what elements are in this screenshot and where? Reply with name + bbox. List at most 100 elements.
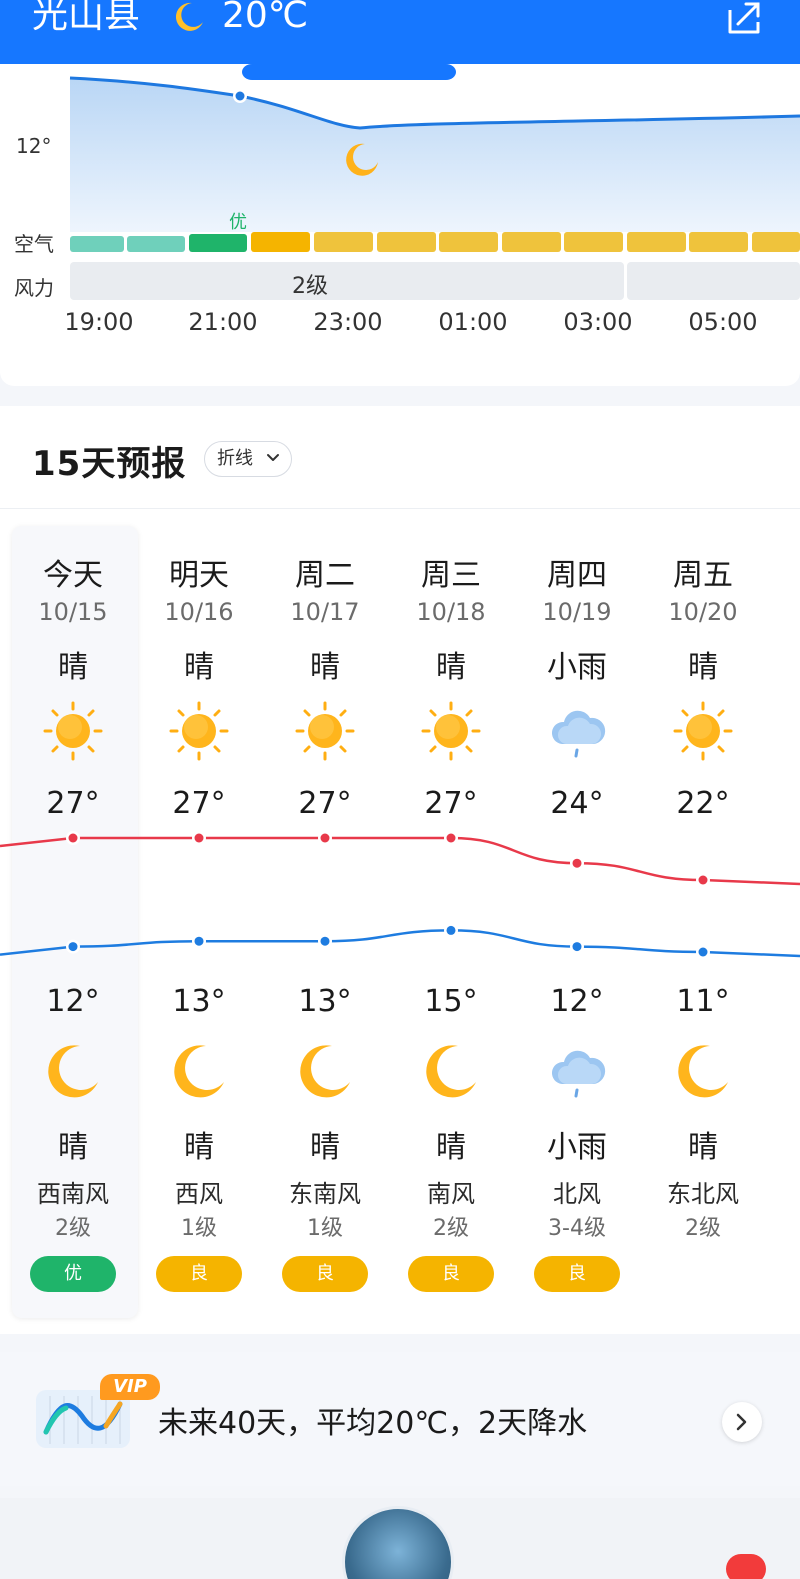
low-temp: 15° <box>424 984 478 1019</box>
date-label: 10/15 <box>38 598 108 626</box>
date-label: 10/17 <box>290 598 360 626</box>
chevron-right-icon <box>736 1413 747 1431</box>
day-label: 周二 <box>295 558 355 593</box>
date-label: 10/19 <box>542 598 612 626</box>
high-temp: 27° <box>172 786 226 821</box>
moon-icon <box>175 2 203 31</box>
night-weather: 晴 <box>58 1130 88 1165</box>
current-temp: 20℃ <box>222 0 309 36</box>
wind-level: 2级 <box>55 1216 91 1241</box>
hour-label: 21:00 <box>188 308 258 336</box>
day-weather: 晴 <box>184 650 214 685</box>
hour-label: 23:00 <box>313 308 383 336</box>
moon-icon <box>42 1040 104 1102</box>
wind-level: 3-4级 <box>548 1216 606 1241</box>
bottom-nav <box>0 1498 800 1579</box>
moon-icon <box>294 1040 356 1102</box>
toggle-label: 折线 <box>217 448 253 469</box>
air-quality-badge: 良 <box>156 1256 242 1292</box>
wind-level: 1级 <box>307 1216 343 1241</box>
sun-icon <box>42 700 104 762</box>
day-column[interactable]: 周四 10/19 小雨 24° 12° 小雨北风 3-4级良 <box>514 526 640 1318</box>
forty-day-banner[interactable]: VIP 未来40天，平均20℃，2天降水 <box>0 1352 800 1486</box>
air-quality-badge: 良 <box>282 1256 368 1292</box>
wind-direction: 西风 <box>175 1180 223 1208</box>
hour-label: 01:00 <box>438 308 508 336</box>
hourly-card: 12° 空气 优 风力 2级 19:00 21:00 23:00 01:00 0… <box>0 64 800 386</box>
divider <box>0 508 800 509</box>
day-weather: 晴 <box>58 650 88 685</box>
night-weather: 小雨 <box>547 1130 607 1165</box>
rain-cloud-icon <box>546 1040 608 1102</box>
night-weather: 晴 <box>688 1130 718 1165</box>
sun-icon <box>294 700 356 762</box>
night-weather: 晴 <box>436 1130 466 1165</box>
sun-icon <box>420 700 482 762</box>
sun-icon <box>672 700 734 762</box>
section-title: 15天预报 <box>32 444 187 484</box>
date-label: 10/16 <box>164 598 234 626</box>
hour-label: 19:00 <box>64 308 134 336</box>
hour-label: 05:00 <box>688 308 758 336</box>
air-quality-badge: 优 <box>30 1256 116 1292</box>
high-temp: 22° <box>676 786 730 821</box>
aq-marker: 优 <box>229 212 247 233</box>
wind-direction: 东南风 <box>289 1180 361 1208</box>
day-label: 周四 <box>547 558 607 593</box>
vip-badge: VIP <box>100 1374 160 1400</box>
day-column[interactable]: 今天 10/15 晴 27° 12° 晴西南风 2级优 <box>10 526 136 1318</box>
air-quality-badge: 良 <box>534 1256 620 1292</box>
day-weather: 晴 <box>310 650 340 685</box>
date-label: 10/20 <box>668 598 738 626</box>
air-label: 空气 <box>14 232 54 256</box>
daily-forecast-card: 15天预报 折线 今天 10/15 晴 27° 12° 晴西南风 2级优 明天 10/16 晴 27… <box>0 406 800 1334</box>
sun-icon <box>168 700 230 762</box>
day-column[interactable]: 周五 10/20 晴 22° 11° 晴东北风 2级 <box>640 526 766 1318</box>
day-column[interactable]: 明天 10/16 晴 27° 13° 晴西风 1级良 <box>136 526 262 1318</box>
banner-arrow-button[interactable] <box>722 1402 762 1442</box>
low-temp: 13° <box>172 984 226 1019</box>
day-column[interactable]: 周二 10/17 晴 27° 13° 晴东南风 1级良 <box>262 526 388 1318</box>
city-title[interactable]: 光山县 <box>32 0 140 36</box>
high-temp: 27° <box>298 786 352 821</box>
day-column[interactable]: 周三 10/18 晴 27° 15° 晴南风 2级良 <box>388 526 514 1318</box>
moon-icon <box>672 1040 734 1102</box>
day-weather: 小雨 <box>547 650 607 685</box>
date-label: 10/18 <box>416 598 486 626</box>
hour-label: 03:00 <box>563 308 633 336</box>
wind-direction: 南风 <box>427 1180 475 1208</box>
high-temp: 27° <box>46 786 100 821</box>
night-weather: 晴 <box>310 1130 340 1165</box>
day-label: 明天 <box>169 558 229 593</box>
day-label: 周三 <box>421 558 481 593</box>
forty-day-summary: 未来40天，平均20℃，2天降水 <box>158 1406 588 1441</box>
wind-level: 2级 <box>685 1216 721 1241</box>
moon-icon <box>168 1040 230 1102</box>
top-bar: 光山县 20℃ <box>0 0 800 64</box>
low-temp: 13° <box>298 984 352 1019</box>
day-weather: 晴 <box>436 650 466 685</box>
low-temp: 12° <box>46 984 100 1019</box>
chart-style-toggle[interactable]: 折线 <box>204 441 292 477</box>
night-weather: 晴 <box>184 1130 214 1165</box>
high-temp: 27° <box>424 786 478 821</box>
high-temp: 24° <box>550 786 604 821</box>
low-temp: 12° <box>550 984 604 1019</box>
wind-direction: 西南风 <box>37 1180 109 1208</box>
wind-label: 风力 <box>14 276 54 300</box>
hourly-chart <box>69 64 800 300</box>
day-label: 周五 <box>673 558 733 593</box>
wind-value: 2级 <box>292 274 328 299</box>
low-temp: 11° <box>676 984 730 1019</box>
center-globe-button[interactable] <box>342 1506 454 1579</box>
notification-badge <box>726 1554 766 1579</box>
moon-icon <box>420 1040 482 1102</box>
chevron-down-icon <box>267 454 279 461</box>
wind-level: 2级 <box>433 1216 469 1241</box>
rain-cloud-icon <box>546 700 608 762</box>
wind-direction: 北风 <box>553 1180 601 1208</box>
share-icon[interactable] <box>722 0 766 36</box>
wind-direction: 东北风 <box>667 1180 739 1208</box>
temp-axis-label: 12° <box>16 134 52 158</box>
day-label: 今天 <box>43 558 103 593</box>
